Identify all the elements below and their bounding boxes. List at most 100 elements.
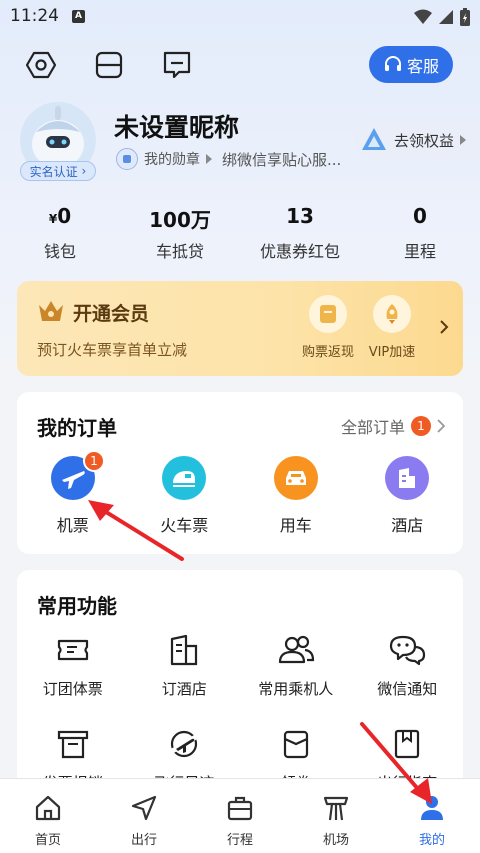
- settings-button[interactable]: [22, 46, 60, 84]
- stat-value: 13: [286, 204, 314, 228]
- functions-title: 常用功能: [37, 594, 117, 618]
- scan-icon: [95, 51, 123, 79]
- system-icons: [414, 8, 470, 26]
- stat-label: 钱包: [43, 242, 76, 261]
- status-bar: 11:24 A: [0, 0, 480, 36]
- customer-service-button[interactable]: 客服: [369, 46, 453, 83]
- claim-rights-label: 去领权益: [394, 131, 455, 150]
- claim-rights-button[interactable]: 去领权益: [354, 120, 480, 160]
- hotel-icon: [399, 468, 416, 488]
- invoice-icon: [57, 730, 88, 759]
- all-orders-link[interactable]: 全部订单 1: [341, 414, 445, 438]
- tab-label: 行程: [226, 833, 253, 848]
- order-train[interactable]: 火车票: [129, 456, 241, 536]
- stat-mileage[interactable]: 0 里程: [360, 204, 480, 262]
- tab-home[interactable]: 首页: [0, 779, 96, 853]
- perk-vip-speedup[interactable]: VIP加速: [357, 295, 427, 360]
- passengers-icon: [278, 635, 314, 664]
- func-group-ticket[interactable]: 订团体票: [17, 630, 129, 710]
- hotel-building-icon: [171, 634, 198, 666]
- stat-wallet[interactable]: ¥0 钱包: [0, 204, 120, 262]
- perk-cashback[interactable]: 购票返现: [293, 295, 363, 360]
- chevron-right-icon: [437, 419, 445, 433]
- tab-trip[interactable]: 行程: [192, 779, 288, 853]
- stat-value: 0: [413, 204, 427, 228]
- real-name-verify-button[interactable]: 实名认证 ›: [20, 161, 96, 181]
- perk-label: 购票返现: [301, 345, 354, 360]
- order-car[interactable]: 用车: [240, 456, 352, 536]
- stat-value: 100万: [149, 208, 211, 232]
- tab-travel[interactable]: 出行: [96, 779, 192, 853]
- stat-coupons[interactable]: 13 优惠券红包: [240, 204, 360, 262]
- func-label: 订团体票: [42, 680, 103, 698]
- vip-banner[interactable]: 开通会员 预订火车票享首单立减 购票返现 VIP加速: [17, 281, 463, 376]
- order-categories: 1 机票 火车票 用车 酒店: [17, 450, 464, 536]
- func-frequent-passengers[interactable]: 常用乘机人: [240, 630, 352, 710]
- vip-title: 开通会员: [73, 303, 150, 325]
- scan-button[interactable]: [90, 46, 128, 84]
- flight-trace-icon: [167, 730, 201, 758]
- stat-value: 0: [57, 204, 72, 228]
- chevron-right-icon: ›: [77, 164, 87, 178]
- stat-label: 里程: [403, 242, 436, 261]
- headset-icon: [384, 55, 401, 71]
- cashback-icon: [320, 305, 336, 323]
- status-time: 11:24: [10, 6, 59, 26]
- account-stats: ¥0 钱包 100万 车抵贷 13 优惠券红包 0 里程: [0, 204, 480, 262]
- rights-diamond-icon: [362, 128, 386, 150]
- flight-order-badge: 1: [83, 450, 105, 472]
- crown-icon: [39, 301, 63, 321]
- wechat-icon: [390, 635, 426, 666]
- all-orders-badge: 1: [411, 416, 431, 436]
- order-label: 用车: [279, 516, 312, 535]
- order-label: 机票: [56, 516, 89, 535]
- header-icons: [22, 46, 196, 84]
- signal-icon: [439, 10, 453, 24]
- trip-icon: [227, 796, 253, 821]
- func-wechat-notify[interactable]: 微信通知: [352, 630, 464, 710]
- vip-subtitle: 预订火车票享首单立减: [37, 341, 188, 359]
- order-label: 酒店: [391, 516, 424, 535]
- func-label: 微信通知: [377, 680, 438, 698]
- guide-icon: [395, 729, 420, 759]
- tab-label: 机场: [322, 833, 349, 848]
- customer-service-label: 客服: [406, 56, 439, 76]
- stat-label: 优惠券红包: [259, 242, 340, 261]
- order-flight[interactable]: 1 机票: [17, 450, 129, 536]
- currency-symbol: ¥: [48, 212, 58, 226]
- medal-icon: [116, 148, 138, 170]
- tab-label: 出行: [130, 833, 157, 848]
- notification-icon: A: [72, 10, 85, 23]
- ticket-icon: [57, 639, 88, 661]
- real-name-verify-label: 实名认证: [29, 164, 78, 179]
- stat-car-loan[interactable]: 100万 车抵贷: [120, 204, 240, 262]
- train-icon: [173, 471, 196, 487]
- home-icon: [35, 795, 61, 821]
- wechat-bind-link[interactable]: 绑微信享贴心服...: [222, 149, 341, 170]
- my-orders-card: 我的订单 全部订单 1 1 机票 火车票 用车 酒店: [17, 392, 463, 554]
- chevron-right-icon: [440, 320, 449, 334]
- nickname[interactable]: 未设置昵称: [114, 108, 239, 144]
- rocket-icon: [386, 304, 398, 324]
- medal-link[interactable]: 我的勋章: [144, 149, 200, 169]
- message-button[interactable]: [158, 46, 196, 84]
- func-book-hotel[interactable]: 订酒店: [129, 630, 241, 710]
- tab-label: 首页: [34, 833, 61, 848]
- func-label: 常用乘机人: [258, 680, 334, 698]
- order-hotel[interactable]: 酒店: [352, 456, 464, 536]
- tab-profile[interactable]: 我的: [384, 779, 480, 853]
- profile-icon: [421, 796, 443, 820]
- triangle-right-icon: [460, 135, 467, 145]
- airport-icon: [323, 796, 349, 821]
- all-orders-label: 全部订单: [340, 418, 405, 437]
- medal-row: 我的勋章 绑微信享贴心服...: [116, 148, 341, 170]
- triangle-right-icon: [206, 154, 212, 164]
- battery-icon: [460, 8, 470, 26]
- tab-airport[interactable]: 机场: [288, 779, 384, 853]
- bottom-tab-bar: 首页 出行 行程 机场 我的: [0, 778, 480, 853]
- wifi-icon: [414, 9, 432, 24]
- perk-label: VIP加速: [368, 345, 416, 360]
- orders-title: 我的订单: [37, 416, 117, 440]
- stat-label: 车抵贷: [155, 242, 204, 261]
- coupon-icon: [283, 730, 308, 759]
